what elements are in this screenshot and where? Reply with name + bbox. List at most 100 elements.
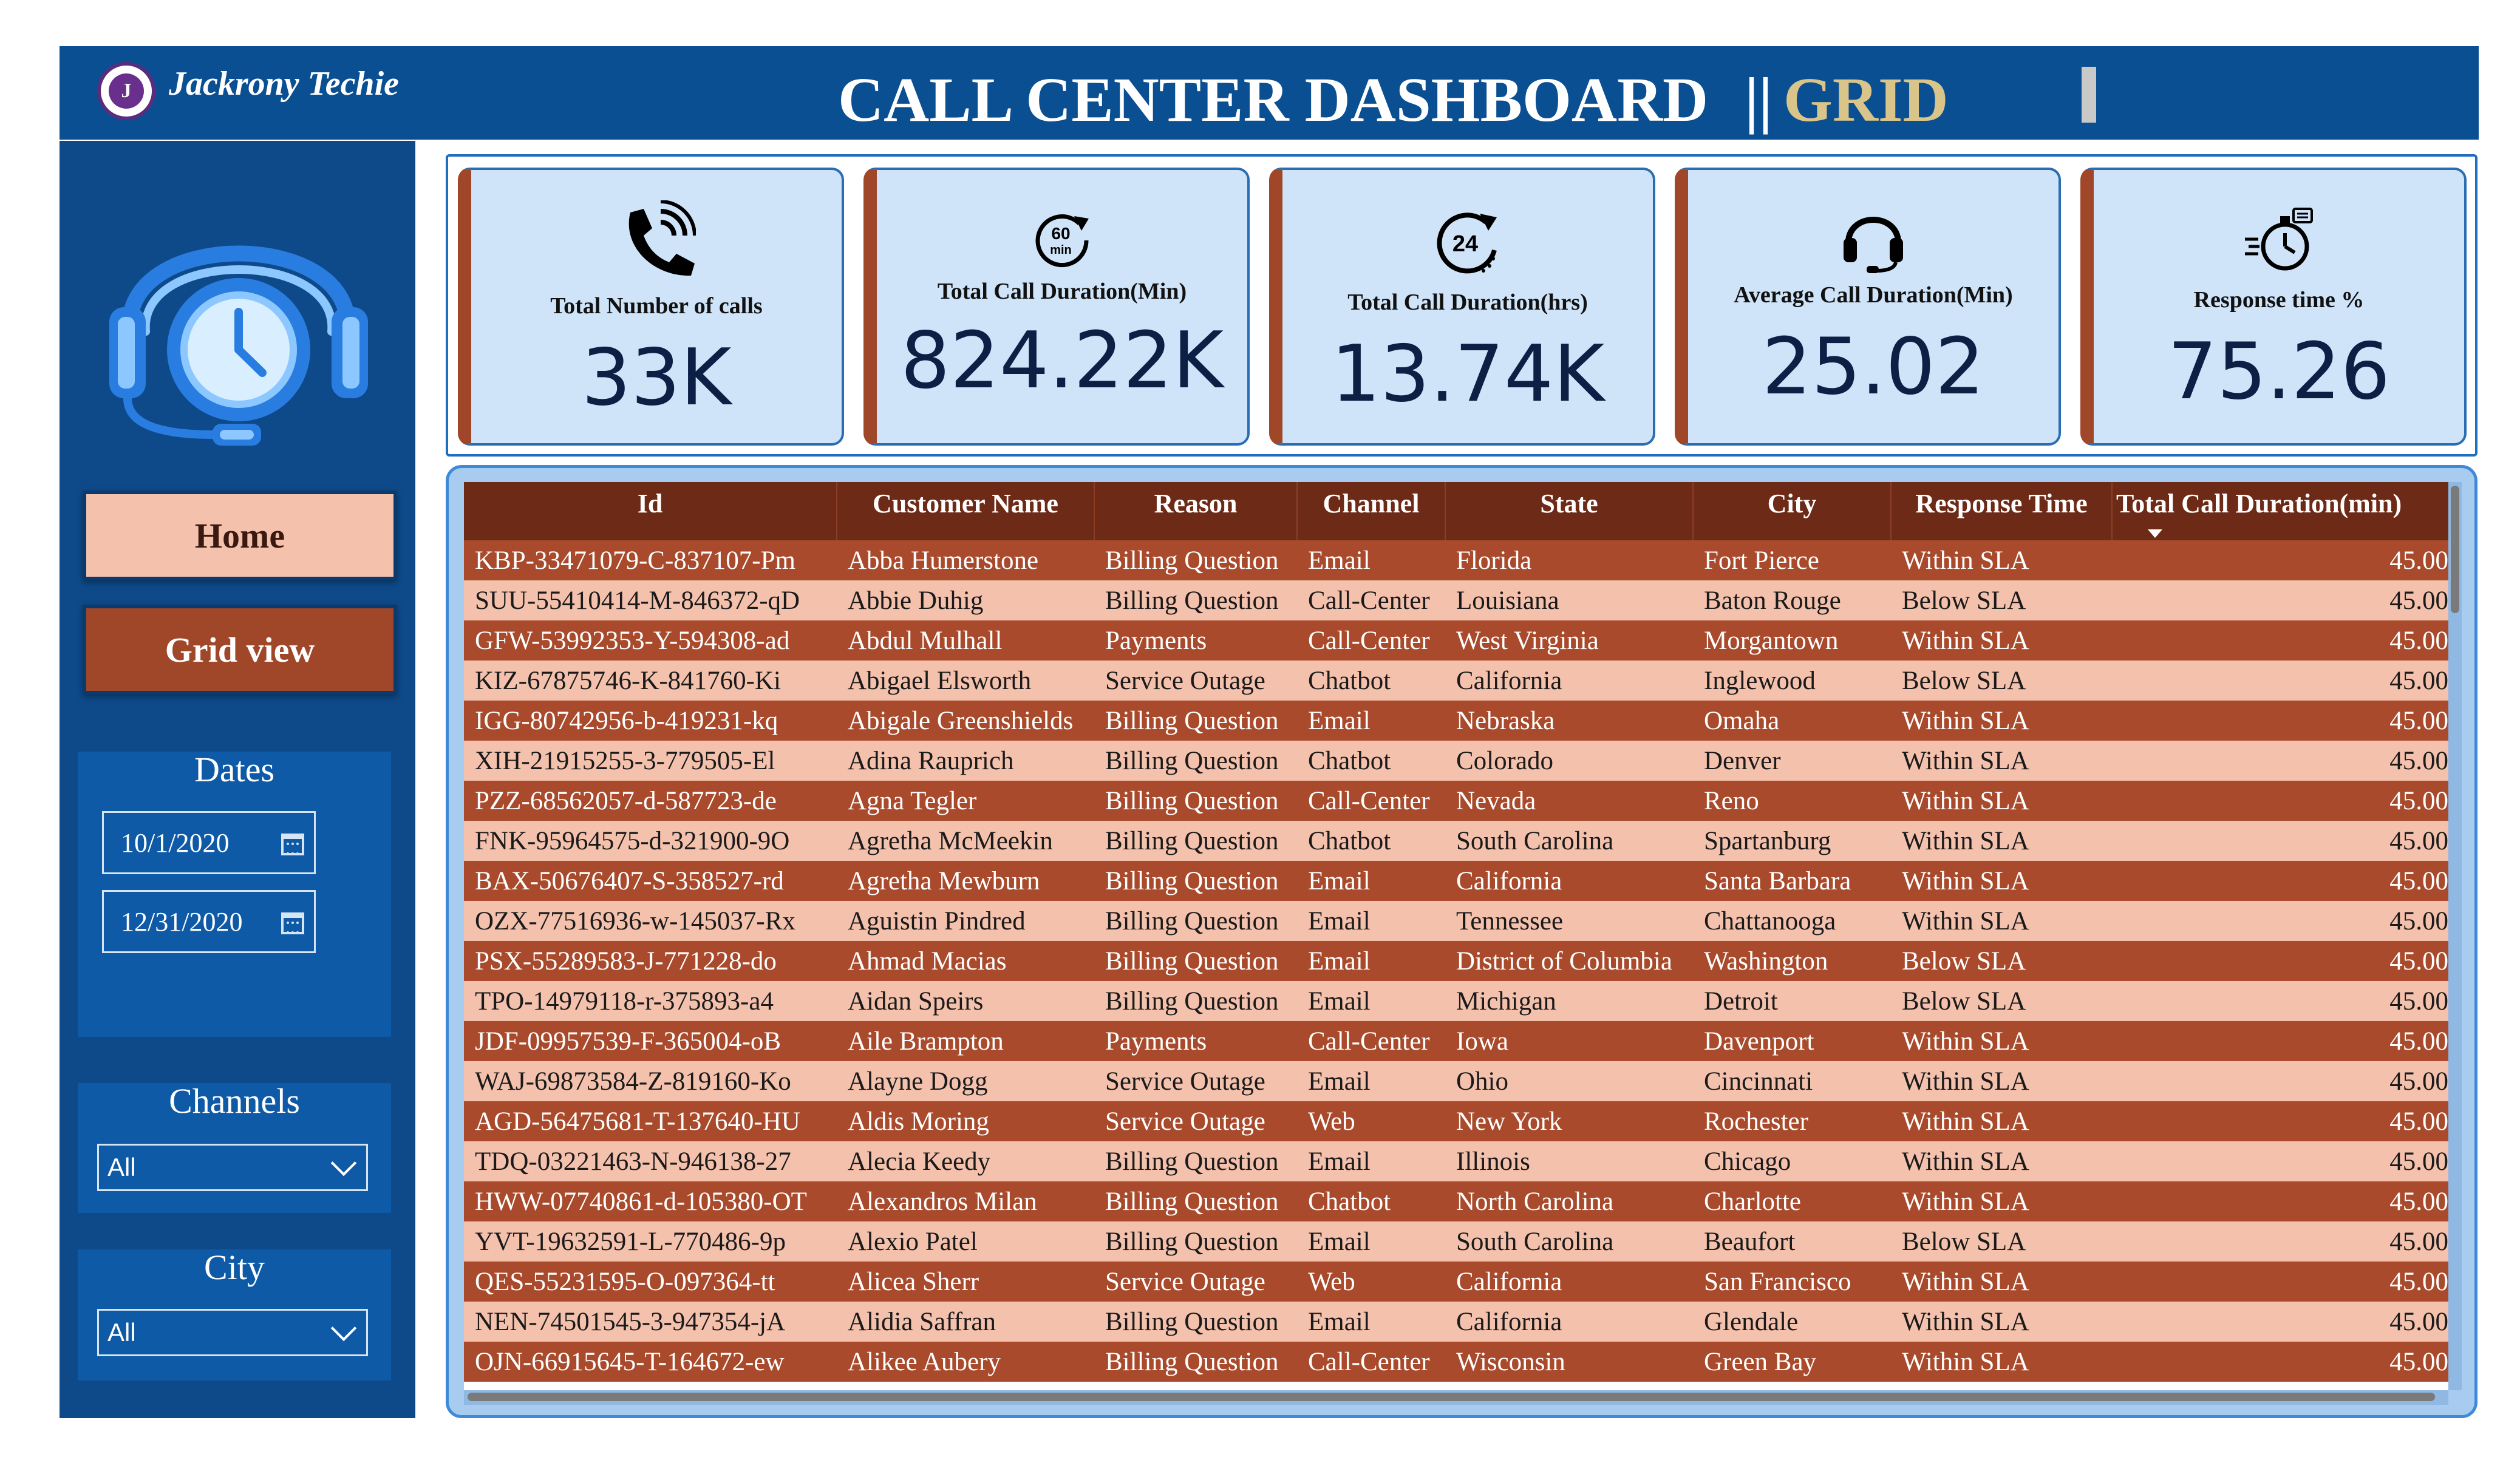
cell-reason: Payments (1105, 626, 1207, 655)
sort-descending-icon[interactable] (2148, 529, 2162, 538)
channels-title: Channels (169, 1081, 300, 1121)
chevron-down-icon[interactable] (330, 1150, 357, 1177)
cell-channel: Email (1308, 1307, 1371, 1336)
brand-logo: J (97, 62, 155, 120)
cell-response-time: Within SLA (1902, 1307, 2029, 1336)
cell-city: Santa Barbara (1704, 866, 1851, 895)
vertical-scrollbar[interactable] (2448, 482, 2462, 1390)
cell-channel: Email (1308, 866, 1371, 895)
table-row[interactable]: PSX-55289583-J-771228-do Ahmad Macias Bill… (464, 941, 2448, 981)
cell-channel: Chatbot (1308, 1187, 1391, 1216)
table-row[interactable]: WAJ-69873584-Z-819160-Ko Alayne Dogg Servi… (464, 1061, 2448, 1101)
column-header-state[interactable]: State (1445, 482, 1693, 540)
table-row[interactable]: QES-55231595-O-097364-tt Alicea Sherr Serv… (464, 1262, 2448, 1302)
table-row[interactable]: SUU-55410414-M-846372-qD Abbie Duhig Billi… (464, 580, 2448, 620)
column-header-channel[interactable]: Channel (1296, 482, 1445, 540)
cell-reason: Billing Question (1105, 1227, 1279, 1256)
cell-response-time: Below SLA (1902, 1227, 2026, 1256)
grid-view-button[interactable]: Grid view (83, 605, 397, 695)
data-grid[interactable]: Id Customer Name Reason Channel State Ci… (464, 482, 2448, 1390)
title-separator: || (1745, 64, 1773, 135)
kpi-value: 25.02 (1762, 322, 1985, 412)
cell-total-call-duration: 45.00 (2389, 1027, 2448, 1056)
cell-channel: Chatbot (1308, 826, 1391, 855)
column-header-id[interactable]: Id (464, 482, 837, 540)
cell-total-call-duration: 45.00 (2389, 1267, 2448, 1296)
title-accent-bar (2082, 67, 2096, 123)
cell-id: FNK-95964575-d-321900-9O (475, 826, 790, 855)
table-row[interactable]: HWW-07740861-d-105380-OT Alexandros Milan… (464, 1181, 2448, 1221)
cell-city: Spartanburg (1704, 826, 1831, 855)
table-row[interactable]: JDF-09957539-F-365004-oB Aile Brampton Pay… (464, 1021, 2448, 1061)
calendar-icon[interactable] (281, 834, 304, 855)
cell-id: PSX-55289583-J-771228-do (475, 946, 777, 976)
cell-customer-name: Alexio Patel (848, 1227, 978, 1256)
start-date-field[interactable]: 10/1/2020 (102, 811, 316, 874)
cell-id: XIH-21915255-3-779505-El (475, 746, 775, 775)
cell-customer-name: Abdul Mulhall (848, 626, 1003, 655)
cell-reason: Billing Question (1105, 987, 1279, 1016)
table-row[interactable]: AGD-56475681-T-137640-HU Aldis Moring Serv… (464, 1101, 2448, 1141)
column-header-total-call-duration[interactable]: Total Call Duration(min) (2111, 482, 2448, 540)
table-row[interactable]: IGG-80742956-b-419231-kq Abigale Greenshi… (464, 701, 2448, 741)
cell-city: Davenport (1704, 1027, 1814, 1056)
brand-name: Jackrony Techie (169, 65, 399, 103)
cell-response-time: Within SLA (1902, 1267, 2029, 1296)
table-row[interactable]: KIZ-67875746-K-841760-Ki Abigael Elsworth… (464, 661, 2448, 701)
cell-total-call-duration: 45.00 (2389, 866, 2448, 895)
cell-state: California (1456, 1307, 1562, 1336)
cell-customer-name: Agna Tegler (848, 786, 977, 815)
vertical-scrollbar-thumb[interactable] (2451, 486, 2459, 613)
horizontal-scrollbar-thumb[interactable] (468, 1393, 2435, 1401)
table-row[interactable]: OZX-77516936-w-145037-Rx Aguistin Pindred… (464, 901, 2448, 941)
cell-customer-name: Abigale Greenshields (848, 706, 1074, 735)
city-select-value: All (107, 1318, 136, 1347)
cell-state: South Carolina (1456, 826, 1614, 855)
cell-reason: Billing Question (1105, 1187, 1279, 1216)
end-date-field[interactable]: 12/31/2020 (102, 890, 316, 953)
table-row[interactable]: KBP-33471079-C-837107-Pm Abba Humerstone B… (464, 540, 2448, 580)
page-title: CALL CENTER DASHBOARD || GRID (838, 63, 1949, 136)
table-row[interactable]: PZZ-68562057-d-587723-de Agna Tegler Billi… (464, 781, 2448, 821)
column-header-response-time[interactable]: Response Time (1890, 482, 2112, 540)
table-row[interactable]: GFW-53992353-Y-594308-ad Abdul Mulhall Pay… (464, 620, 2448, 661)
channels-select[interactable]: All (97, 1144, 368, 1191)
cell-state: Ohio (1456, 1067, 1508, 1096)
home-button[interactable]: Home (83, 491, 397, 580)
cell-customer-name: Alikee Aubery (848, 1347, 1001, 1376)
column-header-city[interactable]: City (1692, 482, 1891, 540)
cell-customer-name: Abba Humerstone (848, 546, 1039, 575)
column-header-reason[interactable]: Reason (1094, 482, 1297, 540)
table-body: KBP-33471079-C-837107-Pm Abba Humerstone B… (464, 540, 2448, 1382)
table-row[interactable]: NEN-74501545-3-947354-jA Alidia Saffran Bi… (464, 1302, 2448, 1342)
chevron-down-icon[interactable] (330, 1315, 357, 1342)
table-row[interactable]: BAX-50676407-S-358527-rd Agretha Mewburn B… (464, 861, 2448, 901)
table-row[interactable]: YVT-19632591-L-770486-9p Alexio Patel Bill… (464, 1221, 2448, 1262)
column-header-customer-name[interactable]: Customer Name (836, 482, 1094, 540)
cell-reason: Billing Question (1105, 946, 1279, 976)
city-select[interactable]: All (97, 1309, 368, 1356)
title-subtitle: GRID (1783, 64, 1949, 135)
cell-id: TDQ-03221463-N-946138-27 (475, 1147, 791, 1176)
table-row[interactable]: XIH-21915255-3-779505-El Adina Rauprich Bi… (464, 741, 2448, 781)
table-row[interactable]: TDQ-03221463-N-946138-27 Alecia Keedy Bill… (464, 1141, 2448, 1181)
cell-reason: Billing Question (1105, 866, 1279, 895)
cell-response-time: Within SLA (1902, 1067, 2029, 1096)
table-row[interactable]: TPO-14979118-r-375893-a4 Aidan Speirs Bill… (464, 981, 2448, 1021)
cell-id: YVT-19632591-L-770486-9p (475, 1227, 786, 1256)
city-filter-panel: City All (78, 1248, 391, 1381)
cell-response-time: Within SLA (1902, 1027, 2029, 1056)
cell-channel: Call-Center (1308, 586, 1430, 615)
cell-customer-name: Aldis Moring (848, 1107, 989, 1136)
table-row[interactable]: FNK-95964575-d-321900-9O Agretha McMeekin… (464, 821, 2448, 861)
cell-total-call-duration: 45.00 (2389, 1147, 2448, 1176)
cell-state: Florida (1456, 546, 1532, 575)
calendar-icon[interactable] (281, 912, 304, 934)
table-row[interactable]: OJN-66915645-T-164672-ew Alikee Aubery Bil… (464, 1342, 2448, 1382)
cell-id: KIZ-67875746-K-841760-Ki (475, 666, 781, 695)
cell-state: Wisconsin (1456, 1347, 1565, 1376)
cell-channel: Email (1308, 546, 1371, 575)
cell-city: Chattanooga (1704, 906, 1836, 936)
cell-id: GFW-53992353-Y-594308-ad (475, 626, 790, 655)
cell-state: California (1456, 666, 1562, 695)
